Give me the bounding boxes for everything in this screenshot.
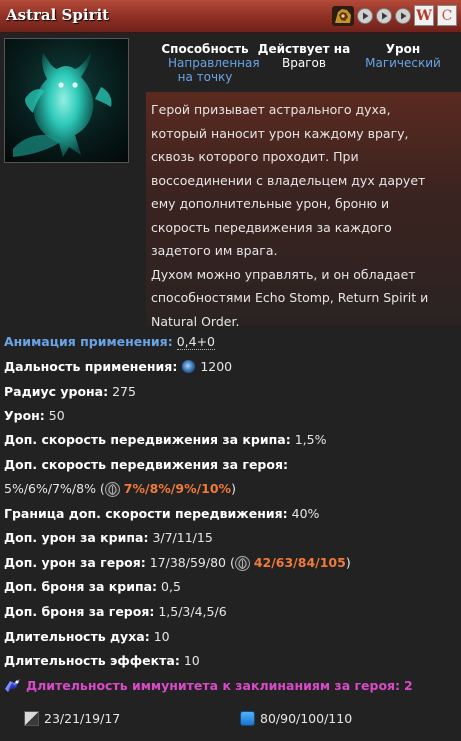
hotkey-w-button[interactable]: W (414, 5, 434, 26)
stat-label: Анимация применения: (4, 334, 173, 349)
stat-armor-per-creep: Доп. броня за крипа: 0,5 (4, 579, 181, 595)
stat-ms-per-creep: Доп. скорость передвижения за крипа: 1,5… (4, 432, 326, 448)
stat-label: Доп. урон за героя: (4, 555, 146, 570)
stat-value: 10 (183, 653, 200, 668)
affects-label: Действует на (257, 42, 351, 56)
stat-value: 10 (153, 629, 170, 644)
stat-radius: Радиус урона: 275 (4, 384, 136, 400)
aghanims-scepter-icon[interactable] (104, 482, 120, 497)
stat-label: Доп. скорость передвижения за крипа: (4, 432, 291, 447)
ability-meta-header: Способность Направленная на точку Действ… (150, 42, 461, 90)
stat-label: Урон: (4, 408, 45, 423)
stat-value: 1,5/3/4,5/6 (158, 604, 227, 619)
description-line: скорость передвижения за каждого (151, 219, 392, 235)
ability-type-column: Способность Направленная на точку (150, 42, 260, 84)
stat-label: Доп. скорость передвижения за героя: (4, 457, 288, 472)
description-line: Духом можно управлять, и он обладает (151, 266, 416, 282)
stat-ms-per-hero: Доп. скорость передвижения за героя: (4, 457, 288, 473)
aether-lens-icon[interactable] (181, 359, 197, 374)
ability-type-value: Направленная на точку (168, 56, 260, 84)
aghanims-scepter-icon[interactable] (234, 556, 250, 571)
stat-damage: Урон: 50 (4, 408, 65, 424)
ability-type-label: Способность (161, 42, 249, 56)
stat-scepter-value: 7%/8%/9%/10% (123, 481, 232, 496)
cooldown-icon (24, 711, 39, 726)
stat-label: Доп. броня за героя: (4, 604, 155, 619)
stat-cast-animation: Анимация применения: 0,4+0 (4, 334, 215, 350)
title-bar: Astral Spirit W C (0, 0, 461, 33)
stat-damage-per-hero: Доп. урон за героя: 17/38/59/80 ( 42/63/… (4, 555, 351, 571)
description-line: воссоединении с владельцем дух дарует (151, 172, 426, 188)
stat-value: 40% (291, 506, 320, 521)
stat-value: 1,5% (294, 432, 327, 447)
stat-label: Доп. броня за крипа: (4, 579, 158, 594)
stat-scepter-value: 42/63/84/105 (253, 555, 346, 570)
mana-cost-value: 80/90/100/110 (260, 711, 353, 726)
hotkey-c-button[interactable]: C (437, 5, 457, 26)
stat-label: Доп. урон за крипа: (4, 530, 149, 545)
play-sound-icon[interactable] (376, 7, 392, 24)
stat-label: Длительность иммунитета к заклинаниям за… (25, 678, 401, 693)
stat-value-close: ) (231, 481, 236, 496)
stat-value: 3/7/11/15 (152, 530, 213, 545)
stat-value: 5%/6%/7%/8% ( (4, 481, 105, 496)
ability-title: Astral Spirit (6, 6, 110, 24)
description-line: сквозь которого проходит. При (151, 149, 359, 164)
damage-type-column: Урон Магический (358, 42, 448, 70)
play-sound-icon[interactable] (395, 7, 411, 24)
description-line: задетого им врага. (151, 243, 278, 258)
stat-value[interactable]: 0,4+0 (176, 334, 215, 350)
stat-value: 0,5 (161, 579, 181, 594)
stat-value: 1200 (200, 359, 233, 374)
description-line: который наносит урон каждому врагу, (151, 125, 409, 141)
description-line: способностями Echo Stomp, Return Spirit … (151, 290, 429, 305)
title-bar-controls: W C (332, 5, 457, 26)
stat-value: 50 (48, 408, 65, 423)
description-line: ему дополнительные урон, броню и (151, 196, 390, 211)
description-panel: Герой призывает астрального духа, которы… (146, 92, 461, 329)
stat-cast-range: Дальность применения: 1200 (4, 359, 232, 375)
ability-icon (4, 38, 129, 163)
hero-portrait-icon[interactable] (332, 5, 354, 26)
stat-ms-cap: Граница доп. скорости передвижения: 40% (4, 506, 319, 522)
mana-icon (240, 711, 255, 726)
stat-value: 2 (404, 678, 413, 693)
stat-value: 275 (112, 384, 136, 399)
affects-column: Действует на Врагов (254, 42, 354, 70)
stat-armor-per-hero: Доп. броня за героя: 1,5/3/4,5/6 (4, 604, 227, 620)
spell-immunity-icon (4, 678, 22, 693)
play-sound-icon[interactable] (357, 7, 373, 24)
damage-type-label: Урон (385, 42, 421, 56)
stat-damage-per-creep: Доп. урон за крипа: 3/7/11/15 (4, 530, 213, 546)
stat-value: 17/38/59/80 ( (149, 555, 235, 570)
ability-description: Герой призывает астрального духа, которы… (151, 98, 457, 333)
stat-label: Длительность эффекта: (4, 653, 180, 668)
description-line: Герой призывает астрального духа, (151, 102, 391, 117)
description-line: Natural Order. (151, 313, 240, 329)
damage-type-value: Магический (365, 56, 441, 70)
stat-value-close: ) (345, 555, 351, 570)
stat-label: Граница доп. скорости передвижения: (4, 506, 288, 521)
stat-spell-immunity: Длительность иммунитета к заклинаниям за… (4, 678, 413, 694)
stat-ms-per-hero-values: 5%/6%/7%/8% ( 7%/8%/9%/10%) (4, 481, 236, 497)
cooldown-value: 23/21/19/17 (44, 711, 121, 726)
stat-label: Радиус урона: (4, 384, 109, 399)
stat-label: Дальность применения: (4, 359, 178, 374)
ability-tooltip: Astral Spirit W C Способность Направленн… (0, 0, 461, 741)
affects-value: Врагов (282, 56, 326, 70)
stat-spirit-duration: Длительность духа: 10 (4, 629, 170, 645)
stat-effect-duration: Длительность эффекта: 10 (4, 653, 200, 669)
stat-label: Длительность духа: (4, 629, 150, 644)
